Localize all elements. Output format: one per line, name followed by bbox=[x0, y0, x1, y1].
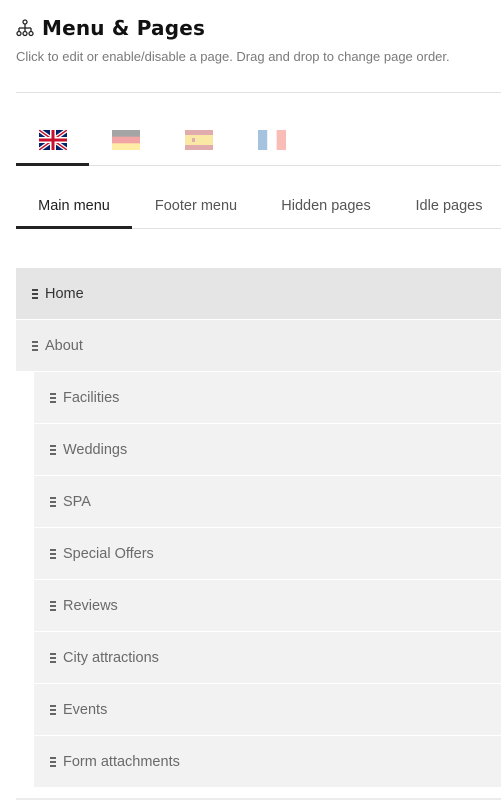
tab-label: Idle pages bbox=[415, 198, 483, 214]
drag-handle-icon[interactable] bbox=[32, 340, 38, 351]
list-bottom-divider bbox=[16, 798, 501, 800]
spain-flag-icon bbox=[184, 130, 213, 150]
menu-tabs: Main menu Footer menu Hidden pages Idle … bbox=[16, 183, 501, 229]
tab-hidden-pages[interactable]: Hidden pages bbox=[266, 183, 386, 228]
header-divider bbox=[16, 92, 501, 93]
language-tab-de[interactable] bbox=[89, 120, 162, 165]
language-tab-es[interactable] bbox=[162, 120, 235, 165]
drag-handle-icon[interactable] bbox=[32, 288, 38, 299]
page-item-facilities[interactable]: Facilities bbox=[34, 372, 501, 424]
page-item-home[interactable]: Home bbox=[16, 268, 501, 320]
drag-handle-icon[interactable] bbox=[50, 496, 56, 507]
tab-main-menu[interactable]: Main menu bbox=[16, 183, 132, 229]
page-item-label: SPA bbox=[63, 493, 91, 510]
uk-flag-icon bbox=[38, 130, 67, 150]
page-item-spa[interactable]: SPA bbox=[34, 476, 501, 528]
tab-idle-pages[interactable]: Idle pages bbox=[406, 183, 492, 228]
france-flag-icon bbox=[257, 130, 286, 150]
page-item-label: Facilities bbox=[63, 389, 120, 406]
page-item-label: Home bbox=[45, 285, 84, 302]
tab-label: Footer menu bbox=[154, 198, 238, 214]
tab-footer-menu[interactable]: Footer menu bbox=[138, 183, 254, 228]
sitemap-icon bbox=[16, 19, 34, 37]
drag-handle-icon[interactable] bbox=[50, 548, 56, 559]
drag-handle-icon[interactable] bbox=[50, 756, 56, 767]
tab-label: Hidden pages bbox=[281, 198, 371, 214]
page-item-about[interactable]: About bbox=[16, 320, 501, 372]
page-item-label: Events bbox=[63, 701, 108, 718]
page-item-label: Weddings bbox=[63, 441, 128, 458]
page-item-label: About bbox=[45, 337, 83, 354]
page-item-label: Special Offers bbox=[63, 545, 154, 562]
page-item-reviews[interactable]: Reviews bbox=[34, 580, 501, 632]
page-item-events[interactable]: Events bbox=[34, 684, 501, 736]
page-title: Menu & Pages bbox=[42, 16, 206, 40]
page-item-label: Form attachments bbox=[63, 753, 180, 770]
page-subtitle: Click to edit or enable/disable a page. … bbox=[16, 49, 450, 64]
page-list: Home About Facilities Weddings SPA Speci… bbox=[16, 268, 501, 788]
germany-flag-icon bbox=[111, 130, 140, 150]
page-item-weddings[interactable]: Weddings bbox=[34, 424, 501, 476]
page-item-form-attachments[interactable]: Form attachments bbox=[34, 736, 501, 788]
page-item-city-attractions[interactable]: City attractions bbox=[34, 632, 501, 684]
page-item-label: Reviews bbox=[63, 597, 118, 614]
page-header: Menu & Pages Click to edit or enable/dis… bbox=[16, 14, 501, 64]
drag-handle-icon[interactable] bbox=[50, 392, 56, 403]
drag-handle-icon[interactable] bbox=[50, 704, 56, 715]
page-item-label: City attractions bbox=[63, 649, 159, 666]
language-tab-en[interactable] bbox=[16, 120, 89, 166]
drag-handle-icon[interactable] bbox=[50, 600, 56, 611]
menu-pages-panel: Menu & Pages Click to edit or enable/dis… bbox=[0, 0, 501, 803]
tab-label: Main menu bbox=[38, 198, 110, 214]
drag-handle-icon[interactable] bbox=[50, 444, 56, 455]
page-item-special-offers[interactable]: Special Offers bbox=[34, 528, 501, 580]
drag-handle-icon[interactable] bbox=[50, 652, 56, 663]
title-row: Menu & Pages bbox=[16, 14, 501, 42]
language-tab-fr[interactable] bbox=[235, 120, 308, 165]
language-tabs bbox=[16, 120, 501, 166]
